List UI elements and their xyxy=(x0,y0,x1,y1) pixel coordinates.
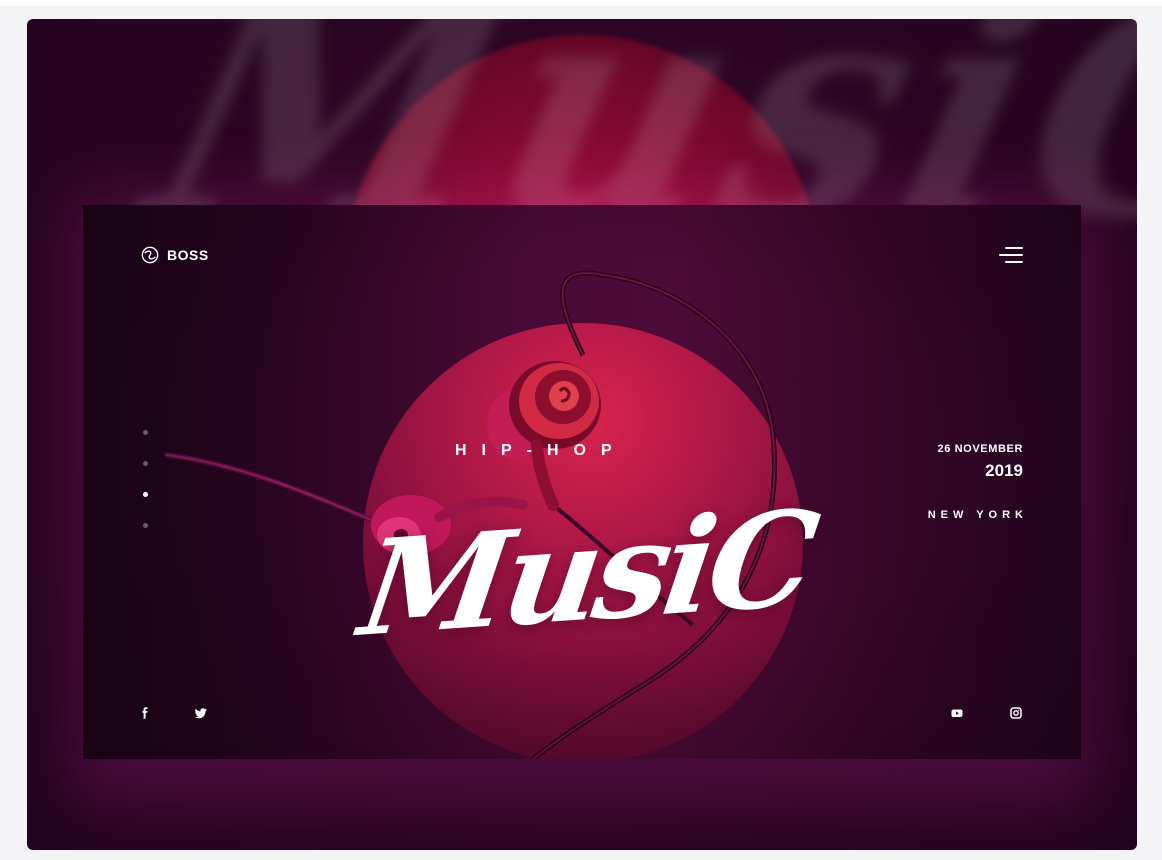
pager-dot[interactable] xyxy=(143,430,148,435)
slide-pager xyxy=(141,430,153,540)
showcase-frame: MusiC BOSS HIP-HOP MusiC 26 NOVEMBER 201… xyxy=(27,19,1137,850)
brand-name: BOSS xyxy=(167,247,209,263)
page-top-bar xyxy=(0,0,1162,7)
brand-logo[interactable]: BOSS xyxy=(141,245,209,265)
pager-dot[interactable] xyxy=(143,461,148,466)
event-info: 26 NOVEMBER 2019 NEW YORK xyxy=(863,441,1023,521)
genre-label: HIP-HOP xyxy=(455,442,627,459)
instagram-icon[interactable] xyxy=(1008,705,1024,721)
event-year: 2019 xyxy=(985,461,1023,480)
swirl-logo-icon xyxy=(141,246,159,264)
pager-dot-active[interactable] xyxy=(143,492,148,497)
twitter-icon[interactable] xyxy=(193,705,209,721)
pager-dot[interactable] xyxy=(143,523,148,528)
youtube-icon[interactable] xyxy=(949,705,965,721)
hamburger-menu-icon[interactable] xyxy=(997,245,1023,265)
hero-title: MusiC xyxy=(351,481,822,667)
facebook-icon[interactable] xyxy=(137,705,153,721)
event-date: 26 NOVEMBER xyxy=(937,443,1023,455)
event-city: NEW YORK xyxy=(927,509,1028,521)
hero-card: BOSS HIP-HOP MusiC 26 NOVEMBER 2019 NEW … xyxy=(83,205,1081,759)
